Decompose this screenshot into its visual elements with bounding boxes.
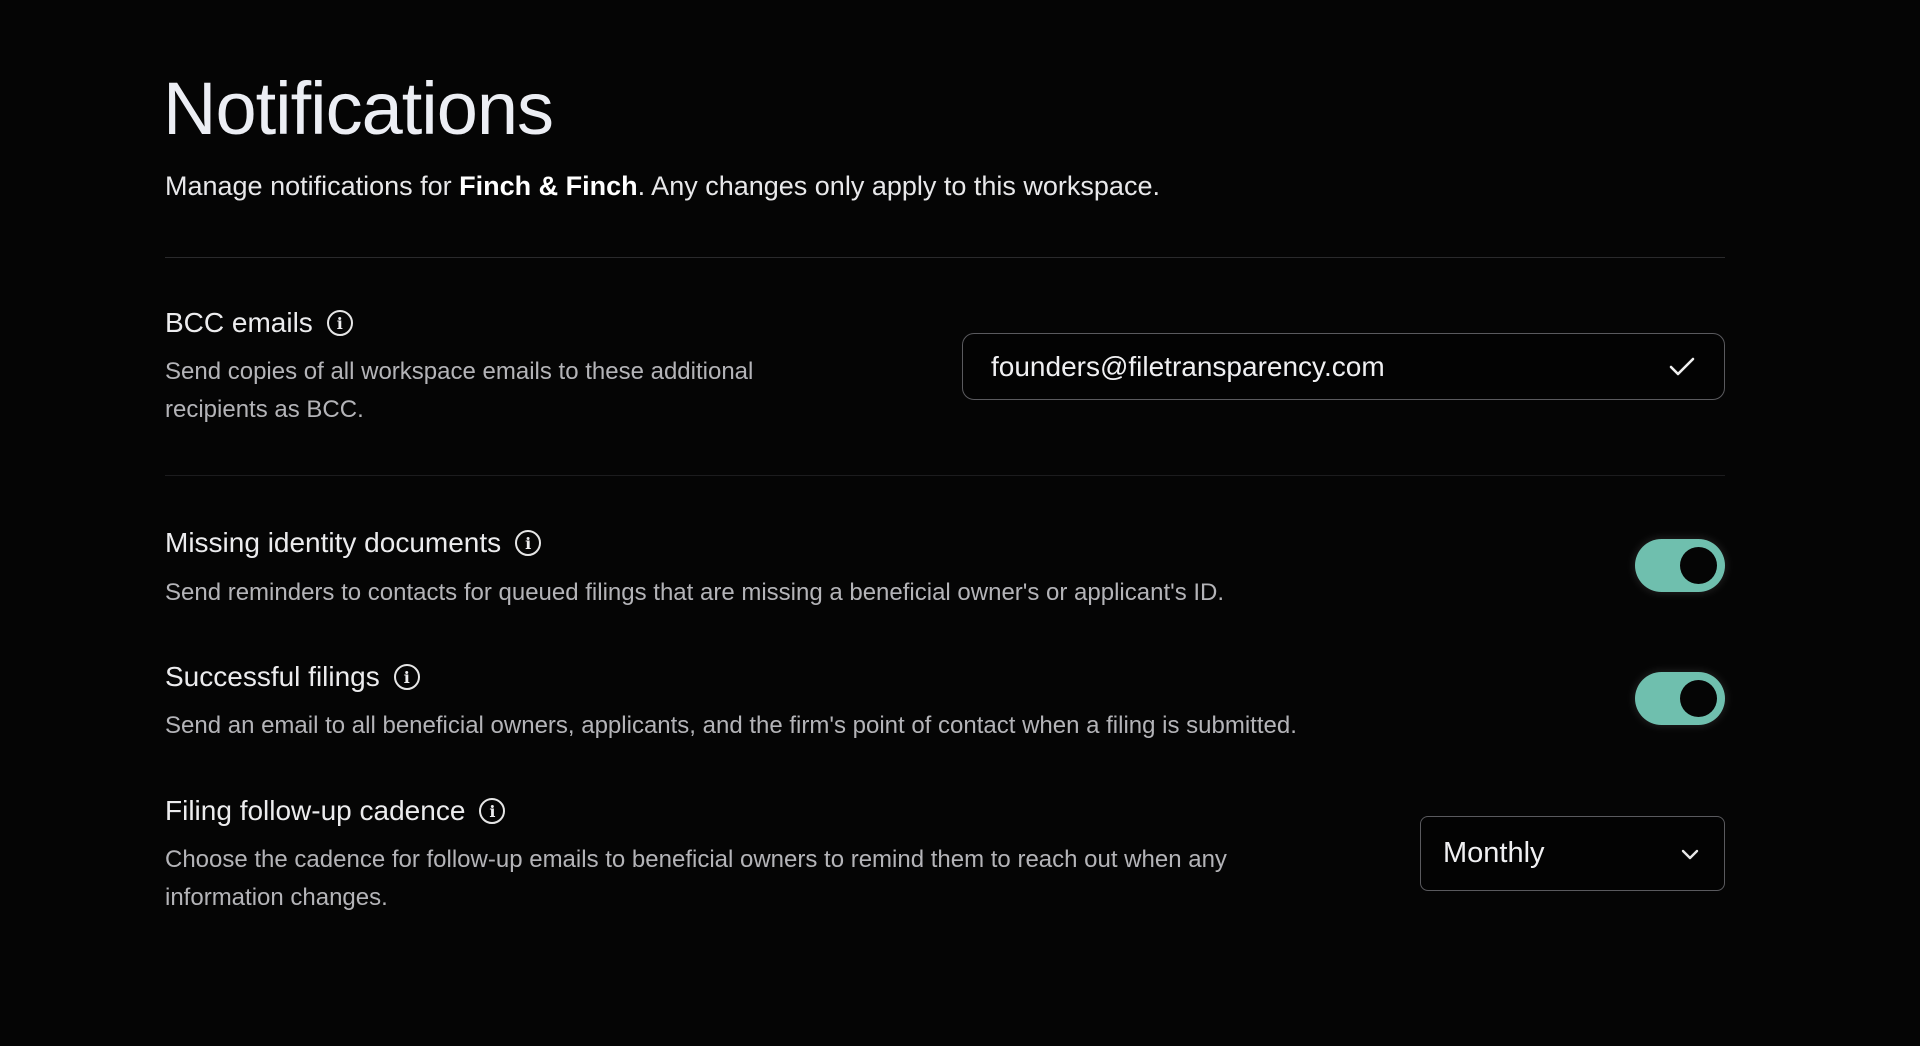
- successful-filings-toggle[interactable]: [1635, 672, 1725, 725]
- page-title: Notifications: [163, 67, 554, 150]
- missing-identity-description: Send reminders to contacts for queued fi…: [165, 579, 1225, 606]
- bcc-label: BCC emails i: [165, 307, 353, 339]
- bcc-description-line: Send copies of all workspace emails to t…: [165, 358, 754, 385]
- bcc-label-text: BCC emails: [165, 307, 313, 338]
- divider: [165, 257, 1725, 258]
- cadence-label-text: Filing follow-up cadence: [165, 795, 466, 826]
- successful-filings-description: Send an email to all beneficial owners, …: [165, 712, 1297, 739]
- info-icon[interactable]: i: [515, 530, 542, 556]
- subtitle-prefix: Manage notifications for: [165, 171, 460, 201]
- cadence-selected-value: Monthly: [1443, 837, 1545, 869]
- cadence-label: Filing follow-up cadence i: [165, 795, 506, 827]
- successful-filings-label: Successful filings i: [165, 661, 420, 693]
- cadence-description-line: information changes.: [165, 884, 388, 911]
- page-subtitle: Manage notifications for Finch & Finch. …: [165, 171, 1160, 202]
- successful-filings-label-text: Successful filings: [165, 661, 380, 692]
- bcc-email-input[interactable]: founders@filetransparency.com: [962, 333, 1725, 400]
- toggle-knob: [1680, 680, 1717, 717]
- missing-identity-label: Missing identity documents i: [165, 527, 542, 559]
- divider: [165, 475, 1725, 476]
- cadence-description: Choose the cadence for follow-up emails …: [165, 841, 1227, 917]
- workspace-name: Finch & Finch: [459, 171, 638, 201]
- info-icon[interactable]: i: [393, 664, 420, 690]
- bcc-email-value: founders@filetransparency.com: [991, 350, 1385, 382]
- cadence-select[interactable]: Monthly: [1420, 816, 1725, 891]
- cadence-description-line: Choose the cadence for follow-up emails …: [165, 846, 1227, 873]
- subtitle-suffix: . Any changes only apply to this workspa…: [637, 171, 1160, 201]
- check-icon: [1669, 357, 1695, 375]
- toggle-knob: [1680, 547, 1717, 584]
- chevron-down-icon: [1681, 849, 1699, 859]
- info-icon[interactable]: i: [479, 798, 506, 824]
- missing-identity-toggle[interactable]: [1635, 539, 1725, 592]
- missing-identity-label-text: Missing identity documents: [165, 527, 502, 558]
- bcc-description: Send copies of all workspace emails to t…: [165, 353, 753, 429]
- bcc-description-line: recipients as BCC.: [165, 396, 364, 423]
- info-icon[interactable]: i: [326, 310, 353, 336]
